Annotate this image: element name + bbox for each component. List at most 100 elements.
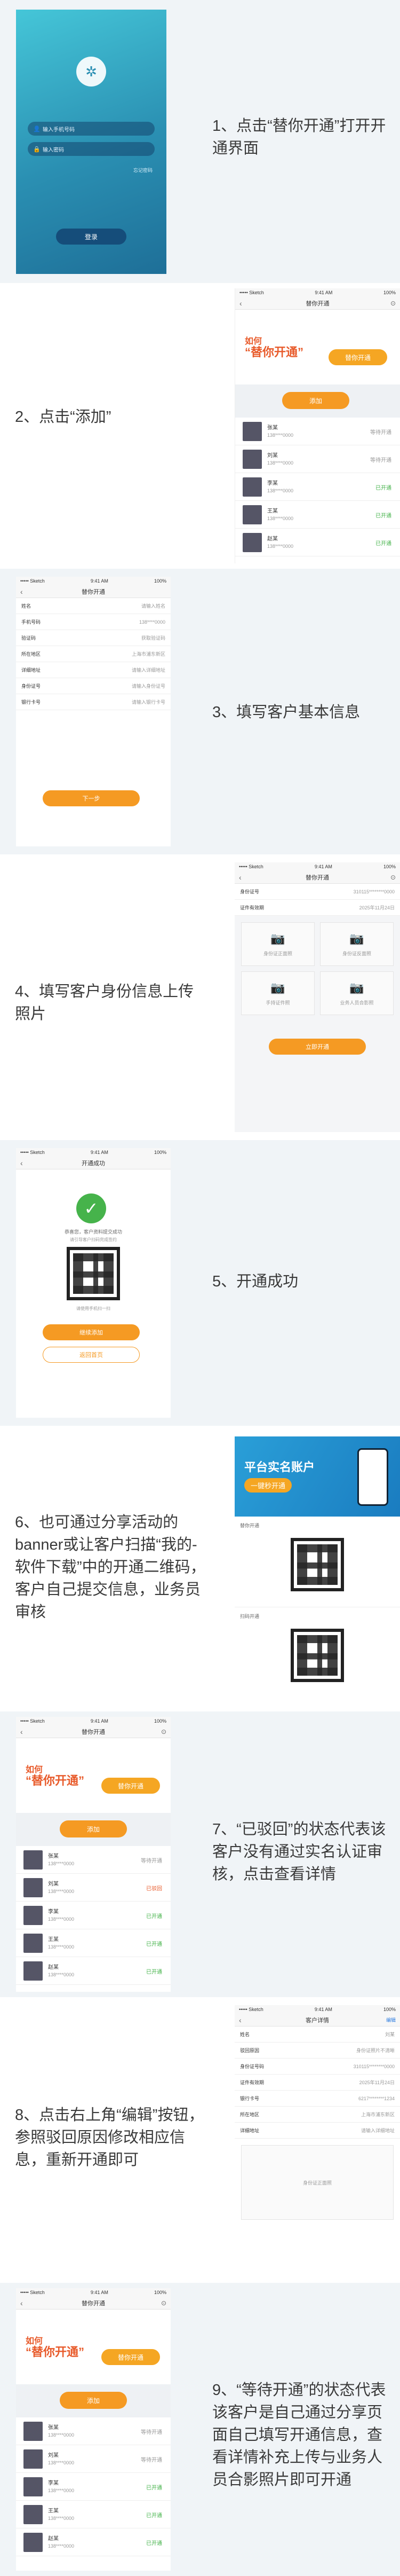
more-icon[interactable]: ⊙ bbox=[390, 300, 396, 307]
back-icon[interactable]: ‹ bbox=[20, 587, 23, 596]
customer-phone: 138****0000 bbox=[48, 2543, 75, 2549]
next-button[interactable]: 下一步 bbox=[43, 790, 140, 806]
list-item[interactable]: 李某 138****0000 已开通 bbox=[16, 2473, 171, 2501]
form-rows: 姓名 请输入姓名 手机号码 138****0000 验证码 获取验证码 所在地区 上海市浦东新… bbox=[16, 598, 171, 710]
banner[interactable]: 如何 “替你开通” 替你开通 bbox=[16, 1738, 171, 1813]
form-row[interactable]: 银行卡号 6217********1234 bbox=[235, 2091, 400, 2107]
list-item[interactable]: 王某 138****0000 已开通 bbox=[16, 1929, 171, 1957]
back-icon[interactable]: ‹ bbox=[239, 299, 242, 308]
form-row[interactable]: 验证码 获取验证码 bbox=[16, 630, 171, 646]
step-8-row: 8、点击右上角“编辑”按钮，参照驳回原因修改相应信息，重新开通即可 ••••• … bbox=[0, 1997, 400, 2283]
list-item[interactable]: 赵某 138****0000 已开通 bbox=[16, 1957, 171, 1985]
photo-upload-slot[interactable]: 📷 身份证正面照 bbox=[241, 922, 315, 966]
success-sub: 请引导客户扫码完成签约 bbox=[70, 1237, 117, 1242]
lock-icon: 🔒 bbox=[33, 146, 41, 153]
row-value: 请输入详细地址 bbox=[361, 2128, 395, 2133]
photo-screen: ••••• Sketch 9:41 AM 100% ‹ 替你开通 ⊙ 身份证号 31011… bbox=[235, 862, 400, 1132]
list-item[interactable]: 李某 138****0000 已开通 bbox=[16, 1902, 171, 1929]
form-row[interactable]: 手机号码 138****0000 bbox=[16, 614, 171, 630]
more-icon[interactable]: ⊙ bbox=[161, 2299, 166, 2307]
form-row[interactable]: 姓名 请输入姓名 bbox=[16, 598, 171, 614]
row-value: 6217********1234 bbox=[358, 2095, 395, 2101]
qr-caption: 请使用手机扫一扫 bbox=[76, 1306, 110, 1311]
nav-bar: ‹ 替你开通 ⊙ bbox=[16, 1725, 171, 1738]
nav-title: 替你开通 bbox=[306, 300, 330, 307]
customer-name: 李某 bbox=[267, 481, 278, 486]
photo-upload-slot[interactable]: 📷 身份证反面照 bbox=[320, 922, 394, 966]
back-home-button[interactable]: 返回首页 bbox=[43, 1347, 140, 1363]
back-icon[interactable]: ‹ bbox=[20, 2299, 23, 2307]
more-icon[interactable]: ⊙ bbox=[390, 874, 396, 881]
list-item[interactable]: 赵某 138****0000 已开通 bbox=[235, 529, 400, 556]
qr-code bbox=[291, 1538, 344, 1591]
step-1-row: ✲ 👤 输入手机号码 🔒 输入密码 忘记密码 登录 1、点击“替你开通”打开开通… bbox=[0, 0, 400, 283]
more-icon[interactable]: ⊙ bbox=[161, 1728, 166, 1735]
form-row[interactable]: 姓名 刘某 bbox=[235, 2027, 400, 2043]
form-row[interactable]: 身份证号 310115********0000 bbox=[235, 884, 400, 900]
back-icon[interactable]: ‹ bbox=[20, 1159, 23, 1167]
avatar bbox=[243, 505, 262, 524]
app-logo-icon: ✲ bbox=[76, 57, 106, 87]
form-row[interactable]: 所在地区 上海市浦东新区 bbox=[16, 646, 171, 662]
avatar bbox=[23, 1850, 43, 1870]
customer-phone: 138****0000 bbox=[48, 2432, 75, 2438]
row-label: 证件有效期 bbox=[240, 2080, 265, 2085]
customer-phone: 138****0000 bbox=[48, 1944, 75, 1950]
form-row[interactable]: 证件有效期 2025年11月24日 bbox=[235, 2075, 400, 2091]
login-screen: ✲ 👤 输入手机号码 🔒 输入密码 忘记密码 登录 bbox=[16, 10, 166, 274]
list-item[interactable]: 刘某 138****0000 等待开通 bbox=[235, 445, 400, 473]
customer-phone: 138****0000 bbox=[48, 1889, 75, 1894]
form-row[interactable]: 详细地址 请输入详细地址 bbox=[16, 662, 171, 678]
continue-add-button[interactable]: 继续添加 bbox=[43, 1324, 140, 1340]
add-button[interactable]: 添加 bbox=[282, 392, 349, 409]
list-item[interactable]: 张某 138****0000 等待开通 bbox=[16, 2417, 171, 2445]
list-item[interactable]: 张某 138****0000 等待开通 bbox=[235, 418, 400, 445]
list-item[interactable]: 刘某 138****0000 等待开通 bbox=[16, 2445, 171, 2473]
list-item[interactable]: 赵某 138****0000 已开通 bbox=[16, 2528, 171, 2556]
add-button[interactable]: 添加 bbox=[60, 2392, 127, 2409]
avatar bbox=[23, 1961, 43, 1981]
share-banner[interactable]: 平台实名账户 一键秒开通 bbox=[235, 1436, 400, 1517]
status-badge: 等待开通 bbox=[141, 1858, 162, 1864]
list-screen: ••••• Sketch 9:41 AM 100% ‹ 替你开通 ⊙ 如何 “替你开通”… bbox=[235, 288, 400, 563]
row-value: 请输入姓名 bbox=[141, 603, 165, 609]
step-3-caption: 3、填写客户基本信息 bbox=[212, 704, 361, 721]
form-row[interactable]: 所在地区 上海市浦东新区 bbox=[235, 2107, 400, 2123]
list-item[interactable]: 李某 138****0000 已开通 bbox=[235, 473, 400, 501]
back-icon[interactable]: ‹ bbox=[20, 1727, 23, 1736]
banner[interactable]: 如何 “替你开通” 替你开通 bbox=[16, 2310, 171, 2384]
password-field[interactable]: 🔒 输入密码 bbox=[28, 142, 155, 156]
avatar bbox=[23, 2477, 43, 2496]
list-item[interactable]: 张某 138****0000 等待开通 bbox=[16, 1846, 171, 1874]
status-badge: 已开通 bbox=[146, 1942, 162, 1947]
form-row[interactable]: 驳回原因 身份证照片不清晰 bbox=[235, 2043, 400, 2059]
photo-upload-slot[interactable]: 📷 业务人员合影照 bbox=[320, 971, 394, 1015]
step-5-row: ••••• Sketch 9:41 AM 100% ‹ 开通成功 ✓ 恭喜您，客户资料… bbox=[0, 1140, 400, 1426]
list-item[interactable]: 王某 138****0000 已开通 bbox=[16, 2501, 171, 2528]
back-icon[interactable]: ‹ bbox=[239, 2016, 242, 2024]
nav-bar: ‹ 替你开通 ⊙ bbox=[235, 297, 400, 310]
row-label: 验证码 bbox=[21, 635, 36, 641]
customer-name: 刘某 bbox=[48, 2453, 59, 2459]
submit-button[interactable]: 立即开通 bbox=[269, 1039, 366, 1055]
banner-badge[interactable]: 替你开通 bbox=[329, 349, 387, 365]
photo-upload-slot[interactable]: 📷 手持证件照 bbox=[241, 971, 315, 1015]
step-2-caption: 2、点击“添加” bbox=[15, 409, 111, 426]
list-item[interactable]: 刘某 138****0000 已驳回 bbox=[16, 1874, 171, 1902]
banner[interactable]: 如何 “替你开通” 替你开通 bbox=[235, 310, 400, 384]
form-row[interactable]: 身份证号码 310115********0000 bbox=[235, 2059, 400, 2075]
username-field[interactable]: 👤 输入手机号码 bbox=[28, 122, 155, 136]
edit-button[interactable]: 编辑 bbox=[386, 2016, 396, 2023]
form-row[interactable]: 银行卡号 请输入银行卡号 bbox=[16, 694, 171, 710]
upload-box[interactable]: 身份证正面照 bbox=[241, 2145, 394, 2220]
list-item[interactable]: 王某 138****0000 已开通 bbox=[235, 501, 400, 529]
form-row[interactable]: 证件有效期 2025年11月24日 bbox=[235, 900, 400, 916]
login-button[interactable]: 登录 bbox=[56, 229, 126, 245]
form-row[interactable]: 详细地址 请输入详细地址 bbox=[235, 2123, 400, 2139]
forgot-password-link[interactable]: 忘记密码 bbox=[133, 167, 153, 174]
back-icon[interactable]: ‹ bbox=[239, 873, 242, 882]
step-6-row: 6、也可通过分享活动的banner或让客户扫描“我的-软件下载”中的开通二维码，… bbox=[0, 1426, 400, 1711]
form-row[interactable]: 身份证号 请输入身份证号 bbox=[16, 678, 171, 694]
add-button[interactable]: 添加 bbox=[60, 1820, 127, 1837]
step-2-row: 2、点击“添加” ••••• Sketch 9:41 AM 100% ‹ 替你开通 ⊙ … bbox=[0, 283, 400, 569]
